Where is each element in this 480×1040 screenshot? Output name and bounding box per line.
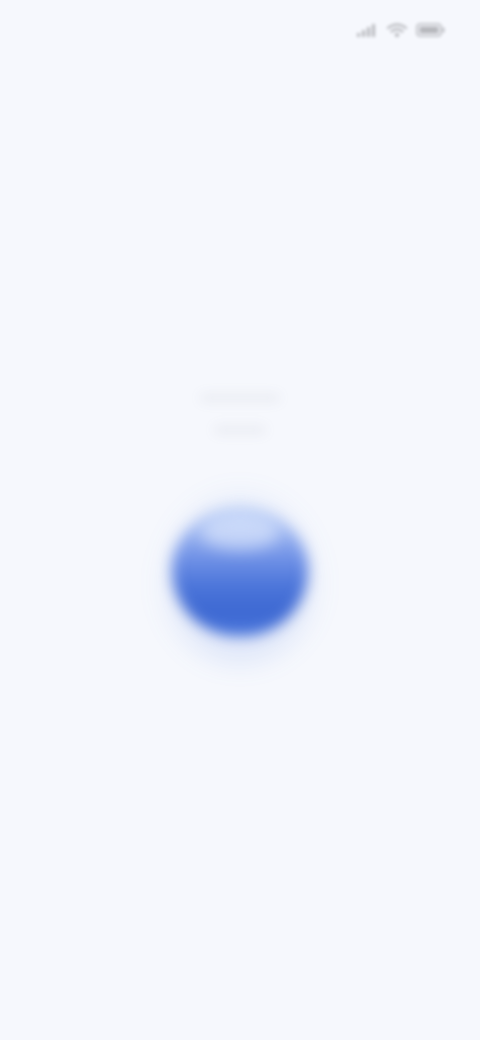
placeholder-line — [214, 426, 266, 434]
status-bar — [0, 0, 480, 64]
wifi-icon — [386, 23, 408, 37]
placeholder-line — [200, 394, 280, 402]
signal-icon — [357, 24, 375, 37]
content-placeholder — [190, 380, 290, 460]
status-time — [24, 10, 140, 50]
status-icons — [356, 20, 446, 40]
battery-icon — [416, 23, 445, 37]
voice-orb-icon[interactable] — [172, 508, 308, 636]
